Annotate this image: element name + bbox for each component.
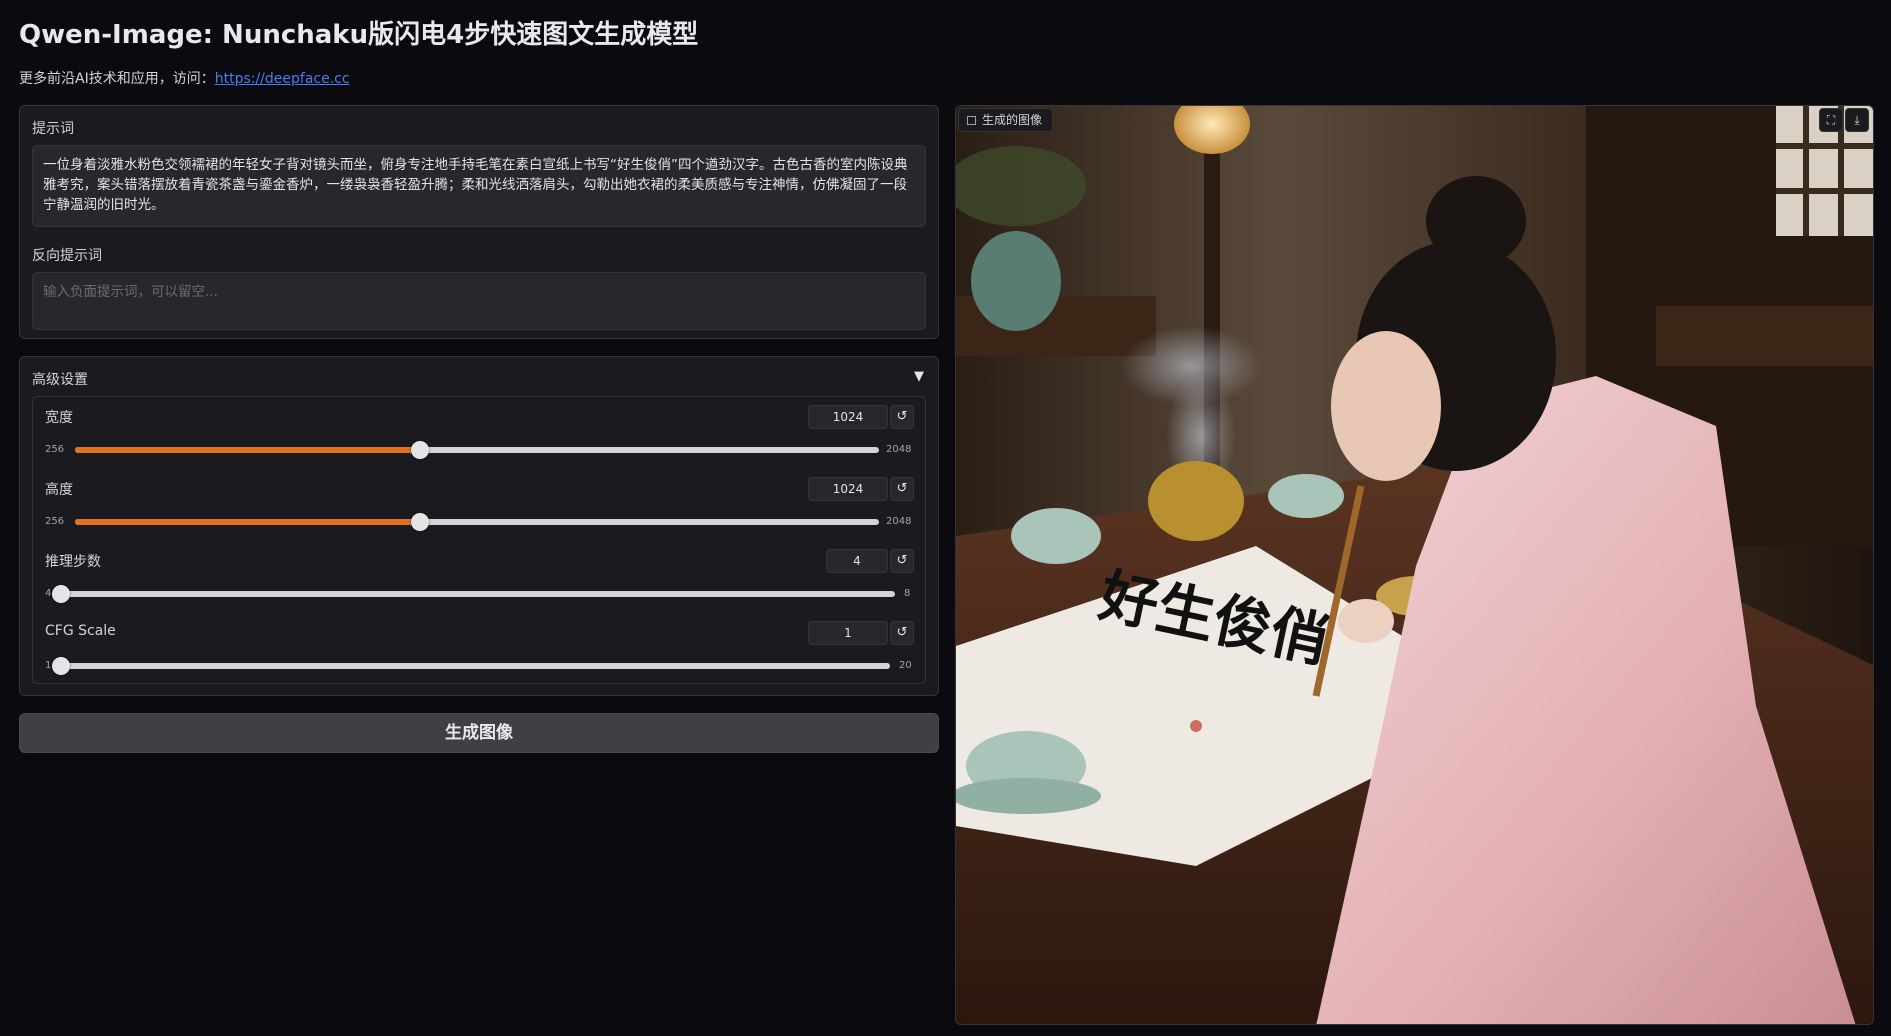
height-min-label: 256 xyxy=(45,516,65,527)
steps-number-input[interactable]: 4 xyxy=(826,549,888,573)
width-slider-thumb[interactable] xyxy=(410,441,429,459)
height-slider-thumb[interactable] xyxy=(410,513,429,531)
hair-bun xyxy=(1426,176,1526,266)
output-image-label: 生成的图像 xyxy=(958,108,1054,132)
width-number-input[interactable]: 1024 xyxy=(808,405,888,429)
height-reset-icon[interactable]: ↺ xyxy=(890,477,914,501)
output-image-panel: 生成的图像 ⛶ ⤓ 好生俊俏 xyxy=(955,105,1874,1025)
steps-max-label: 8 xyxy=(904,588,911,599)
advanced-settings-panel: 高级设置 ▼ 宽度 1024 ↺ 256 2048 高度 1024 ↺ 256 … xyxy=(19,356,939,696)
width-max-label: 2048 xyxy=(886,444,912,455)
tea-cup-back xyxy=(1268,474,1344,518)
width-reset-icon[interactable]: ↺ xyxy=(890,405,914,429)
cfg-slider-thumb[interactable] xyxy=(52,657,70,675)
woman-face xyxy=(1331,331,1441,481)
image-icon xyxy=(967,116,976,125)
red-seal xyxy=(1190,720,1202,732)
height-label: 高度 xyxy=(45,482,73,498)
gilt-censer xyxy=(1148,461,1244,541)
negative-prompt-textarea[interactable]: 输入负面提示词，可以留空... xyxy=(32,272,926,330)
height-number-input[interactable]: 1024 xyxy=(808,477,888,501)
prompt-label: 提示词 xyxy=(32,121,74,137)
subtitle-text: 更多前沿AI技术和应用，访问： xyxy=(19,71,215,87)
width-slider-track[interactable] xyxy=(75,441,879,459)
collapse-caret-icon[interactable]: ▼ xyxy=(914,369,924,384)
generate-image-button[interactable]: 生成图像 xyxy=(19,713,939,753)
steps-slider-track[interactable] xyxy=(52,585,895,603)
page-subtitle: 更多前沿AI技术和应用，访问：https://deepface.cc xyxy=(19,68,350,88)
steps-label: 推理步数 xyxy=(45,554,101,570)
advanced-settings-body: 宽度 1024 ↺ 256 2048 高度 1024 ↺ 256 2048 推理… xyxy=(32,396,926,684)
height-max-label: 2048 xyxy=(886,516,912,527)
width-slider-block: 宽度 1024 ↺ 256 2048 xyxy=(33,397,925,469)
cfg-number-input[interactable]: 1 xyxy=(808,621,888,645)
celadon-vase xyxy=(971,231,1061,331)
prompt-textarea[interactable]: 一位身着淡雅水粉色交领襦裙的年轻女子背对镜头而坐，俯身专注地手持毛笔在素白宣纸上… xyxy=(32,145,926,227)
width-slider-fill xyxy=(75,447,420,453)
steps-reset-icon[interactable]: ↺ xyxy=(890,549,914,573)
steps-min-label: 4 xyxy=(45,588,52,599)
cfg-label: CFG Scale xyxy=(45,623,116,639)
cfg-slider-block: CFG Scale 1 ↺ 1 20 xyxy=(33,613,925,685)
tea-cup-left xyxy=(1011,508,1101,564)
width-label: 宽度 xyxy=(45,410,73,426)
steps-slider-block: 推理步数 4 ↺ 4 8 xyxy=(33,541,925,613)
cfg-reset-icon[interactable]: ↺ xyxy=(890,621,914,645)
cfg-max-label: 20 xyxy=(899,660,912,671)
download-icon[interactable]: ⤓ xyxy=(1845,108,1869,132)
height-slider-fill xyxy=(75,519,420,525)
image-toolbar: ⛶ ⤓ xyxy=(1817,108,1869,132)
prompt-panel: 提示词 一位身着淡雅水粉色交领襦裙的年轻女子背对镜头而坐，俯身专注地手持毛笔在素… xyxy=(19,105,939,339)
height-slider-track[interactable] xyxy=(75,513,879,531)
advanced-settings-toggle[interactable]: 高级设置 xyxy=(32,369,88,389)
woman-hand xyxy=(1338,599,1394,643)
tea-saucer-front xyxy=(956,778,1101,814)
cfg-min-label: 1 xyxy=(45,660,52,671)
deepface-link[interactable]: https://deepface.cc xyxy=(215,71,350,87)
side-table xyxy=(1656,306,1873,366)
negative-prompt-label: 反向提示词 xyxy=(32,248,102,264)
cfg-slider-track[interactable] xyxy=(52,657,890,675)
page-title: Qwen-Image: Nunchaku版闪电4步快速图文生成模型 xyxy=(19,20,699,50)
steps-slider-thumb[interactable] xyxy=(52,585,70,603)
output-image-label-text: 生成的图像 xyxy=(982,113,1043,127)
generated-image: 好生俊俏 xyxy=(956,106,1873,1024)
fullscreen-icon[interactable]: ⛶ xyxy=(1819,108,1843,132)
height-slider-block: 高度 1024 ↺ 256 2048 xyxy=(33,469,925,541)
width-min-label: 256 xyxy=(45,444,65,455)
